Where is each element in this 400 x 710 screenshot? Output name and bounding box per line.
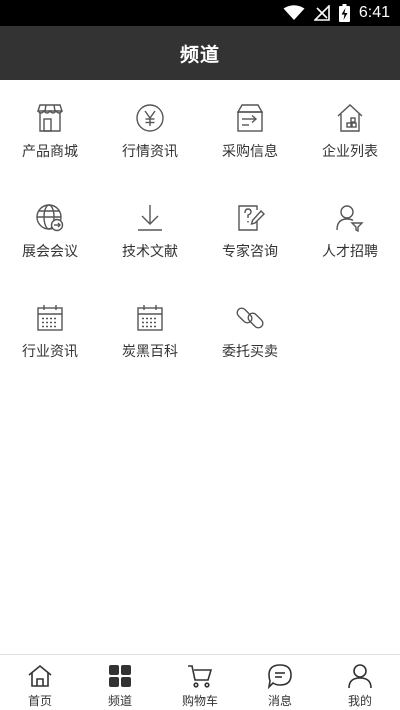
tab-label: 消息 — [267, 694, 292, 708]
channel-label: 炭黑百科 — [122, 344, 178, 360]
tab-label: 我的 — [347, 694, 372, 708]
status-time: 6:41 — [358, 4, 390, 21]
channel-label: 委托买卖 — [222, 344, 278, 360]
calendar-icon — [137, 305, 163, 331]
channel-item-industry-news[interactable]: 行业资讯 — [0, 280, 100, 370]
message-icon — [267, 664, 292, 689]
purchase-box-icon — [236, 104, 264, 132]
channel-item-carbon-black-wiki[interactable]: 炭黑百科 — [100, 280, 200, 370]
channel-item-consign-trade[interactable]: 委托买卖 — [200, 280, 300, 370]
calendar-icon — [37, 305, 63, 331]
app-header: 频道 — [0, 26, 400, 80]
home-icon — [28, 664, 52, 687]
no-signal-icon — [313, 5, 330, 21]
tab-label: 购物车 — [181, 694, 218, 708]
person-filter-icon — [336, 205, 364, 233]
channel-label: 专家咨询 — [222, 244, 278, 260]
channel-label: 技术文献 — [122, 244, 178, 260]
page-title: 频道 — [179, 43, 220, 66]
tab-channels[interactable]: 频道 — [80, 655, 160, 710]
channel-item-company-list[interactable]: 企业列表 — [300, 80, 400, 170]
channel-item-tech-docs[interactable]: 技术文献 — [100, 180, 200, 270]
wifi-icon — [283, 5, 305, 20]
user-icon — [348, 664, 372, 689]
question-document-icon — [238, 205, 265, 231]
channel-label: 企业列表 — [322, 144, 378, 160]
channel-item-purchase-info[interactable]: 采购信息 — [200, 80, 300, 170]
status-bar: 6:41 — [0, 0, 400, 26]
channel-label: 产品商城 — [22, 144, 78, 160]
yen-coin-icon — [136, 104, 164, 132]
store-icon — [37, 104, 63, 132]
channel-item-exhibition[interactable]: 展会会议 — [0, 180, 100, 270]
status-icons: 6:41 — [283, 3, 390, 23]
company-house-icon — [337, 104, 363, 132]
tab-home[interactable]: 首页 — [0, 655, 80, 710]
tab-cart[interactable]: 购物车 — [160, 655, 240, 710]
channel-item-market-news[interactable]: 行情资讯 — [100, 80, 200, 170]
tab-label: 首页 — [27, 694, 52, 708]
channel-label: 人才招聘 — [322, 244, 378, 260]
chain-link-icon — [236, 307, 264, 329]
tab-profile[interactable]: 我的 — [320, 655, 400, 710]
channel-label: 行业资讯 — [22, 344, 78, 360]
channel-label: 展会会议 — [22, 244, 78, 260]
tab-messages[interactable]: 消息 — [240, 655, 320, 710]
channel-item-recruitment[interactable]: 人才招聘 — [300, 180, 400, 270]
grid-icon — [109, 665, 131, 687]
channel-item-product-mall[interactable]: 产品商城 — [0, 80, 100, 170]
bottom-tab-bar: 首页 频道 购物车 消息 我的 — [0, 654, 400, 710]
cart-icon — [188, 665, 213, 688]
tab-label: 频道 — [107, 694, 132, 708]
battery-charging-icon — [338, 4, 350, 22]
channel-label: 采购信息 — [222, 144, 278, 160]
channel-item-expert-consult[interactable]: 专家咨询 — [200, 180, 300, 270]
channel-label: 行情资讯 — [122, 144, 178, 160]
globe-arrow-icon — [36, 204, 64, 232]
download-icon — [138, 205, 162, 231]
